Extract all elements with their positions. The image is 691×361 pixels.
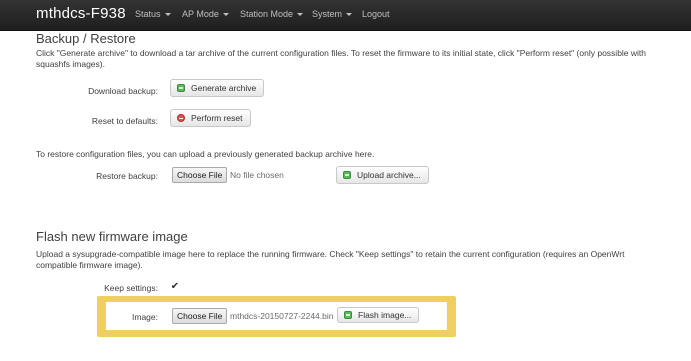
flash-image-label: Flash image... (358, 310, 412, 320)
restore-description: To restore configuration files, you can … (36, 149, 375, 159)
nav-station-mode-label: Station Mode (240, 9, 294, 19)
flash-description: Upload a sysupgrade-compatible image her… (36, 249, 625, 270)
download-backup-label: Download backup: (88, 86, 158, 96)
nav-status-label: Status (135, 9, 161, 19)
generate-archive-button[interactable]: Generate archive (170, 79, 265, 97)
restore-file-status: No file chosen (230, 170, 284, 180)
top-navbar: mthdcs-F938 Status AP Mode Station Mode … (0, 0, 691, 31)
keep-settings-checkbox[interactable]: ✔ (170, 282, 180, 292)
brand-title[interactable]: mthdcs-F938 (36, 5, 126, 22)
archive-icon (177, 84, 185, 92)
nav-station-mode[interactable]: Station Mode (240, 9, 304, 19)
generate-archive-label: Generate archive (191, 83, 257, 93)
nav-system-label: System (312, 9, 343, 19)
perform-reset-label: Perform reset (191, 113, 243, 123)
image-choose-file-button[interactable]: Choose File (172, 308, 228, 324)
image-file-name: mthdcs-20150727-2244.bin (230, 311, 334, 321)
backup-description: Click "Generate archive" to download a t… (36, 48, 647, 69)
backup-section-title: Backup / Restore (36, 31, 136, 46)
upload-archive-button[interactable]: Upload archive... (336, 166, 429, 184)
perform-reset-button[interactable]: Perform reset (170, 109, 251, 127)
keep-settings-label: Keep settings: (104, 283, 158, 293)
flash-section-title: Flash new firmware image (36, 229, 188, 244)
nav-status[interactable]: Status (135, 9, 171, 19)
reset-icon (177, 114, 185, 122)
restore-choose-file-button[interactable]: Choose File (172, 167, 228, 183)
upload-archive-label: Upload archive... (357, 170, 421, 180)
chevron-down-icon (164, 13, 171, 16)
upload-icon (343, 171, 351, 179)
nav-ap-mode[interactable]: AP Mode (182, 9, 229, 19)
image-label: Image: (132, 312, 158, 322)
restore-backup-label: Restore backup: (96, 171, 158, 181)
nav-logout-label: Logout (362, 9, 390, 19)
chevron-down-icon (346, 13, 353, 16)
chevron-down-icon (297, 13, 304, 16)
reset-defaults-label: Reset to defaults: (91, 116, 158, 126)
chevron-down-icon (222, 13, 229, 16)
nav-system[interactable]: System (312, 9, 353, 19)
nav-ap-mode-label: AP Mode (182, 9, 219, 19)
flash-icon (344, 311, 352, 319)
nav-logout[interactable]: Logout (362, 9, 390, 19)
flash-image-button[interactable]: Flash image... (337, 307, 420, 323)
